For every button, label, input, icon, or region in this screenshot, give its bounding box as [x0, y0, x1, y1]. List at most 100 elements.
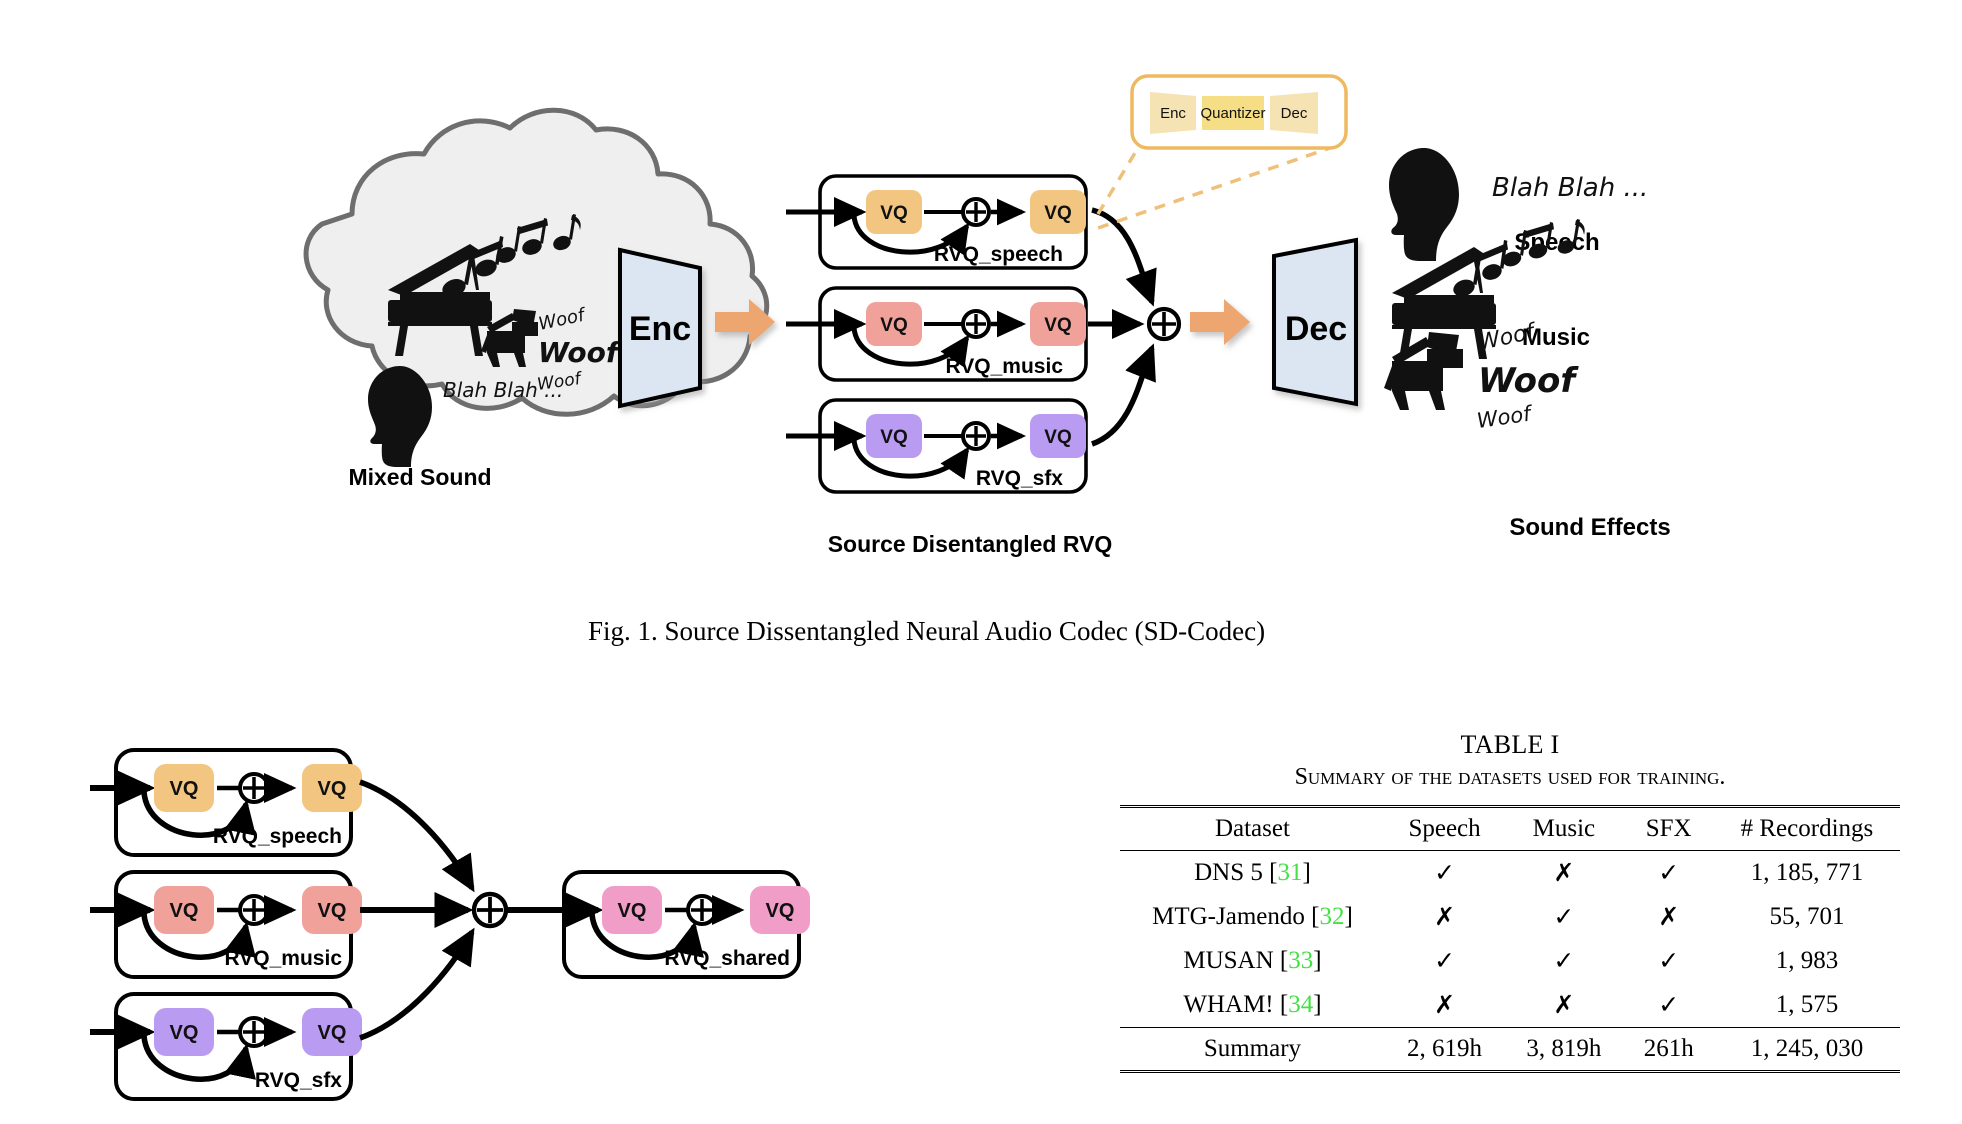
svg-text:VQ: VQ [170, 900, 199, 922]
table-summary-row: Summary 2, 619h 3, 819h 261h 1, 245, 030 [1120, 1028, 1900, 1072]
output-woof-small-bottom: Woof [1475, 401, 1535, 433]
cell-dataset: DNS 5 [31] [1194, 859, 1311, 886]
source-disentangled-label: Source Disentangled RVQ [828, 531, 1113, 557]
inset-enc-label: Enc [1160, 105, 1186, 122]
cell-summary-music: 3, 819h [1526, 1035, 1602, 1062]
svg-text:VQ: VQ [318, 1022, 347, 1044]
rvq2-speech-label: RVQ_speech [213, 825, 342, 848]
rvq-speech-label: RVQ_speech [934, 243, 1063, 266]
head-silhouette-icon-out [1389, 148, 1459, 261]
arrow-sum-to-dec [1190, 299, 1250, 345]
cell-recordings: 1, 983 [1775, 947, 1839, 974]
cell-summary-sfx: 261h [1643, 1035, 1694, 1062]
cell-summary-speech: 2, 619h [1407, 1035, 1483, 1062]
col-speech: Speech [1408, 815, 1481, 842]
cell-sfx: ✓ [1658, 860, 1680, 887]
rvq2-music-label: RVQ_music [225, 947, 343, 970]
merge2-sum-node [359, 779, 509, 1041]
dataset-name: MUSAN [1183, 947, 1274, 974]
cell-music: ✗ [1553, 992, 1575, 1019]
svg-text:VQ: VQ [880, 427, 907, 448]
dataset-name: MTG-Jamendo [1152, 903, 1305, 930]
rvq-row-speech: VQ VQ RVQ_speech [786, 174, 1088, 270]
col-recordings: # Recordings [1740, 815, 1874, 842]
table-row: MTG-Jamendo [32] ✗ ✓ ✗ 55, 701 [1120, 895, 1900, 939]
col-dataset: Dataset [1214, 815, 1290, 842]
output-speech: Blah Blah ... Speech [1389, 148, 1648, 261]
svg-text:VQ: VQ [170, 1022, 199, 1044]
head-silhouette-icon [368, 366, 432, 467]
cell-summary-label: Summary [1203, 1035, 1302, 1062]
rvq-row-sfx: VQ VQ RVQ_sfx [786, 398, 1088, 494]
cell-recordings: 1, 575 [1775, 991, 1839, 1018]
inset-dec-label: Dec [1281, 105, 1308, 122]
rvq2-sfx-label: RVQ_sfx [255, 1069, 342, 1092]
rvq-music-label: RVQ_music [946, 355, 1064, 378]
mixed-sound-label: Mixed Sound [348, 464, 491, 490]
cell-speech: ✓ [1434, 860, 1456, 887]
cell-recordings: 55, 701 [1769, 903, 1845, 930]
cell-music: ✗ [1553, 860, 1575, 887]
svg-text:VQ: VQ [318, 778, 347, 800]
dataset-table-container: TABLE I Summary of the datasets used for… [1120, 730, 1900, 1073]
cell-summary-recordings: 1, 245, 030 [1750, 1035, 1864, 1062]
rvq2-row-shared: VQ VQ RVQ_shared [508, 870, 810, 979]
cell-music: ✓ [1553, 948, 1575, 975]
output-sfx: Woof Woof Woof Sound Effects [1384, 319, 1671, 541]
rvq-sfx-label: RVQ_sfx [976, 467, 1063, 490]
svg-text:VQ: VQ [318, 900, 347, 922]
cell-dataset: MUSAN [33] [1183, 947, 1322, 974]
output-woof-big: Woof [1478, 361, 1579, 401]
dataset-name: WHAM! [1183, 991, 1274, 1018]
svg-text:VQ: VQ [766, 900, 795, 922]
merge-sum-node [1088, 207, 1182, 447]
cell-dataset: MTG-Jamendo [32] [1152, 903, 1353, 930]
cell-speech: ✓ [1434, 948, 1456, 975]
svg-text:VQ: VQ [170, 778, 199, 800]
output-sfx-label: Sound Effects [1509, 514, 1670, 541]
citation-ref[interactable]: 31 [1277, 859, 1302, 886]
cloud-woof-big: Woof [538, 336, 622, 369]
col-music: Music [1532, 815, 1596, 842]
cell-sfx: ✗ [1658, 904, 1680, 931]
table-title: Summary of the datasets used for trainin… [1294, 764, 1726, 790]
rvq2-row-music: VQ VQ RVQ_music [90, 870, 362, 979]
cell-sfx: ✓ [1658, 992, 1680, 1019]
rvq2-row-speech: VQ VQ RVQ_speech [90, 748, 362, 857]
cell-sfx: ✓ [1658, 948, 1680, 975]
dataset-table: Dataset Speech Music SFX # Recordings DN… [1120, 805, 1900, 1073]
figure-1-diagram: Blah Blah ... Woof Woof Woof Mixed Sound… [0, 0, 1962, 590]
rvq2-row-sfx: VQ VQ RVQ_sfx [90, 992, 362, 1101]
figure-caption: Fig. 1. Source Dissentangled Neural Audi… [588, 616, 1266, 646]
table-row: MUSAN [33] ✓ ✓ ✓ 1, 983 [1120, 939, 1900, 983]
svg-text:VQ: VQ [880, 315, 907, 336]
output-speech-text: Blah Blah ... [1492, 173, 1648, 203]
cell-speech: ✗ [1434, 992, 1456, 1019]
cell-music: ✓ [1553, 904, 1575, 931]
table-number: TABLE I [1460, 730, 1560, 759]
decoder-label: Dec [1285, 310, 1347, 348]
codec-inset: Enc Quantizer Dec [1096, 74, 1348, 230]
dataset-name: DNS 5 [1194, 859, 1263, 886]
rvq-row-music: VQ VQ RVQ_music [786, 286, 1088, 382]
cell-speech: ✗ [1434, 904, 1456, 931]
rvq2-shared-label: RVQ_shared [664, 947, 790, 970]
citation-ref[interactable]: 32 [1319, 903, 1344, 930]
table-row: DNS 5 [31] ✓ ✗ ✓ 1, 185, 771 [1120, 851, 1900, 896]
svg-text:VQ: VQ [880, 203, 907, 224]
inset-quantizer-label: Quantizer [1200, 105, 1265, 122]
svg-text:VQ: VQ [1044, 427, 1071, 448]
svg-text:VQ: VQ [1044, 315, 1071, 336]
dog-icon-out [1384, 332, 1463, 410]
table-header-row: Dataset Speech Music SFX # Recordings [1120, 806, 1900, 851]
citation-ref[interactable]: 34 [1288, 991, 1313, 1018]
svg-text:VQ: VQ [1044, 203, 1071, 224]
svg-text:VQ: VQ [618, 900, 647, 922]
figure-2-diagram: VQ VQ RVQ_speech VQ VQ RVQ_music VQ VQ R… [60, 720, 960, 1120]
col-sfx: SFX [1645, 815, 1692, 842]
cell-recordings: 1, 185, 771 [1750, 859, 1864, 886]
encoder-label: Enc [629, 310, 691, 348]
cell-dataset: WHAM! [34] [1183, 991, 1322, 1018]
citation-ref[interactable]: 33 [1288, 947, 1313, 974]
table-row: WHAM! [34] ✗ ✗ ✓ 1, 575 [1120, 983, 1900, 1028]
